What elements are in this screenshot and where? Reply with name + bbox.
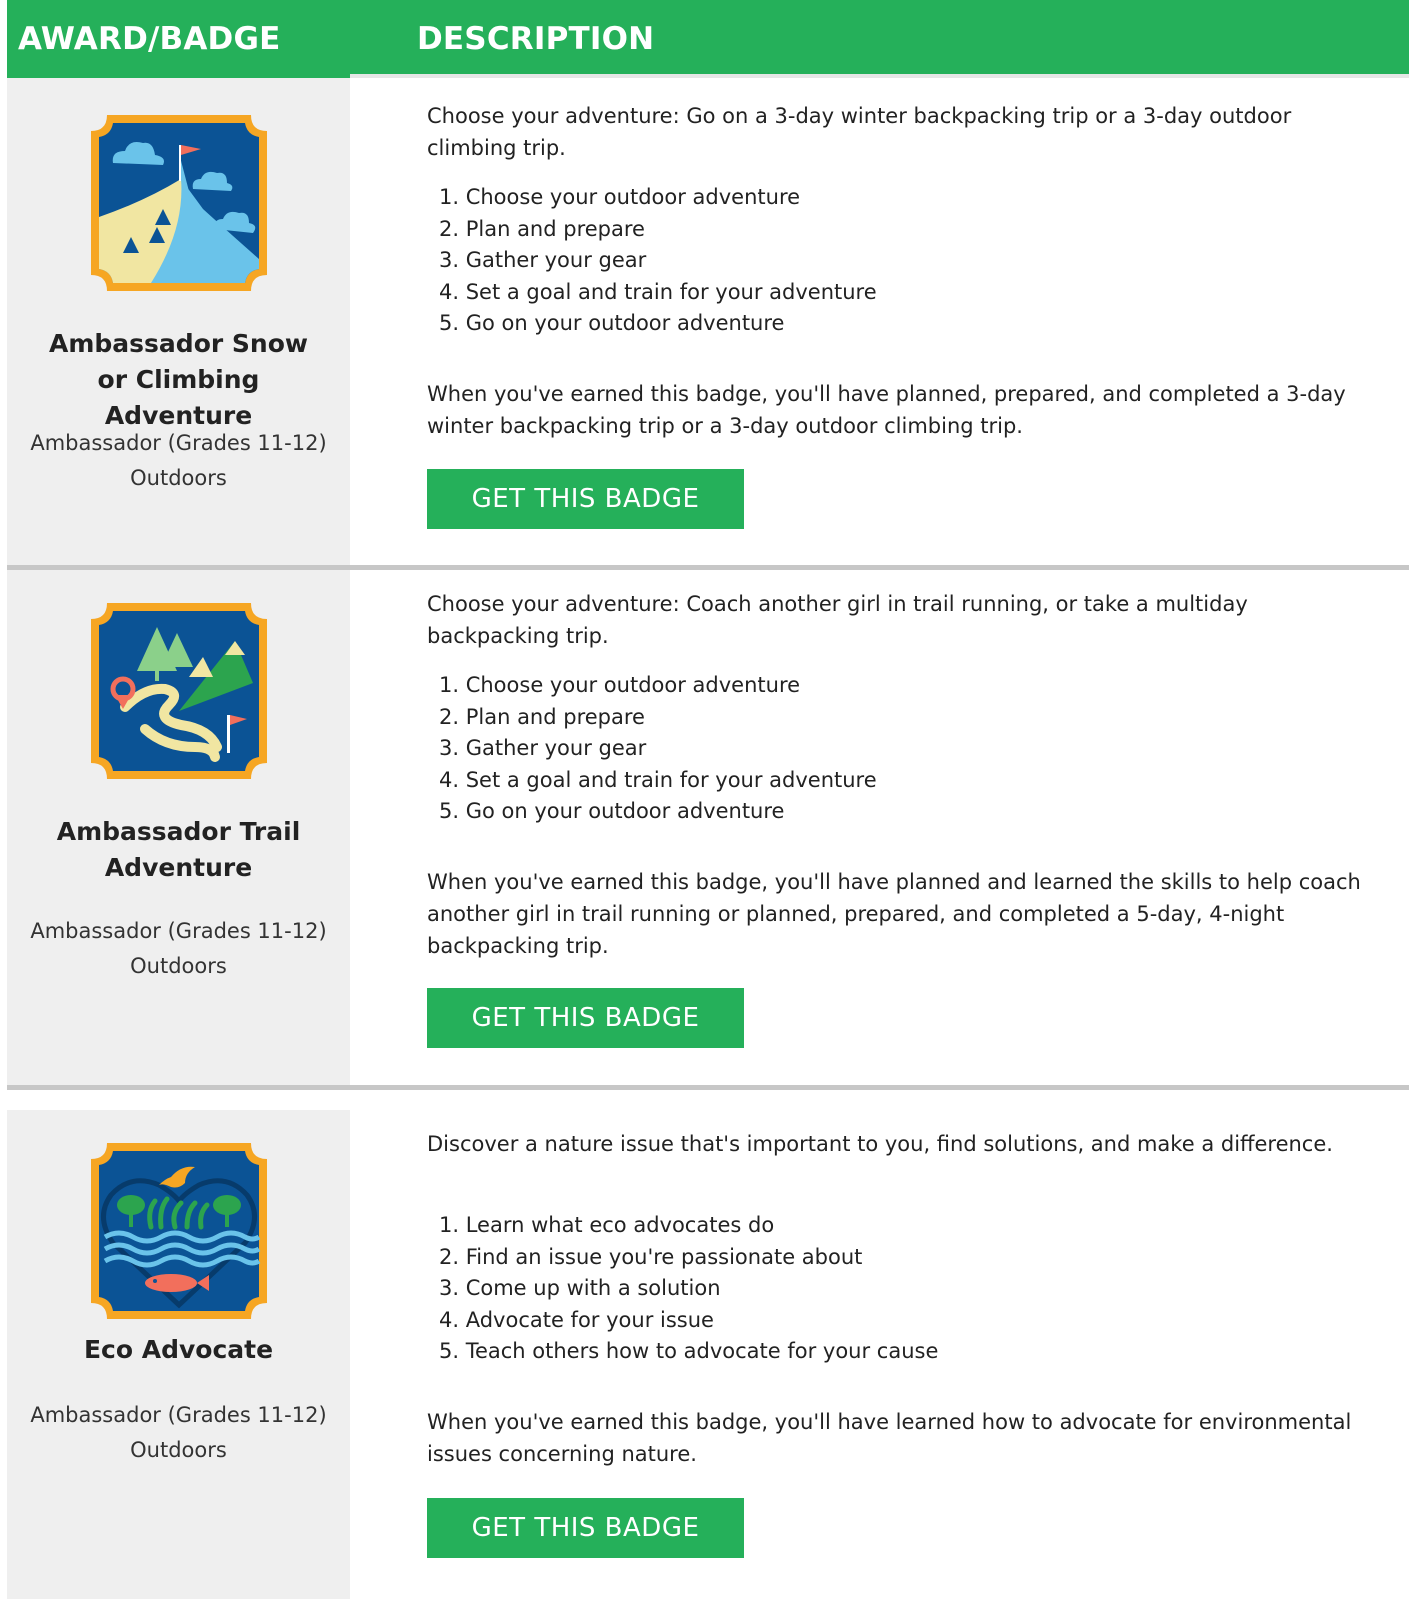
award-badge-column-header: AWARD/BADGE [18, 21, 281, 57]
outcome-line: another girl in trail running or planned… [427, 902, 1285, 926]
badge-title: Ambassador Snow or Climbing Adventure [7, 326, 350, 434]
intro-line: backpacking trip. [427, 624, 609, 648]
list-item: 3. Come up with a solution [439, 1276, 721, 1300]
badge-meta: Ambassador (Grades 11-12) Outdoors [7, 426, 350, 496]
outcome-line: When you've earned this badge, you'll ha… [427, 382, 1346, 406]
badge-steps: 1. Choose your outdoor adventure 2. Plan… [439, 670, 1339, 828]
list-item: 3. Gather your gear [439, 248, 647, 272]
badge-level: Ambassador (Grades 11-12) [30, 1403, 327, 1427]
get-this-badge-button[interactable]: GET THIS BADGE [427, 1498, 744, 1558]
outcome-line: issues concerning nature. [427, 1442, 697, 1466]
badge-title: Ambassador Trail Adventure [7, 814, 350, 886]
badge-outcome: When you've earned this badge, you'll ha… [427, 378, 1387, 442]
badge-intro: Choose your adventure: Coach another gir… [427, 588, 1387, 652]
outcome-line: winter backpacking trip or a 3-day outdo… [427, 414, 1023, 438]
badge-meta: Ambassador (Grades 11-12) Outdoors [7, 1398, 350, 1468]
intro-line: Choose your adventure: Go on a 3-day win… [427, 104, 1292, 128]
badge-meta: Ambassador (Grades 11-12) Outdoors [7, 914, 350, 984]
badge-steps: 1. Learn what eco advocates do 2. Find a… [439, 1210, 1339, 1368]
table-row: Ambassador Trail Adventure Ambassador (G… [7, 570, 1409, 1090]
list-item: 3. Gather your gear [439, 736, 647, 760]
badge-title-line: Adventure [104, 853, 253, 882]
list-item: 1. Choose your outdoor adventure [439, 185, 801, 209]
badge-intro: Discover a nature issue that's important… [427, 1128, 1387, 1160]
trail-adventure-badge-icon[interactable] [85, 597, 273, 785]
outcome-line: backpacking trip. [427, 934, 609, 958]
table-row: Ambassador Snow or Climbing Adventure Am… [7, 78, 1409, 570]
intro-line: climbing trip. [427, 136, 566, 160]
outcome-line: When you've earned this badge, you'll ha… [427, 870, 1361, 894]
eco-advocate-badge-icon[interactable] [85, 1137, 273, 1325]
description-column-header: DESCRIPTION [417, 21, 655, 57]
intro-line: Choose your adventure: Coach another gir… [427, 592, 1248, 616]
table-header: AWARD/BADGE DESCRIPTION [7, 0, 1409, 78]
get-this-badge-button[interactable]: GET THIS BADGE [427, 469, 744, 529]
list-item: 5. Go on your outdoor adventure [439, 799, 785, 823]
list-item: 4. Set a goal and train for your adventu… [439, 767, 877, 792]
list-item: 2. Plan and prepare [439, 216, 645, 241]
badge-category: Outdoors [130, 1438, 227, 1462]
badge-info-cell: Eco Advocate Ambassador (Grades 11-12) O… [7, 1110, 350, 1599]
get-this-badge-button[interactable]: GET THIS BADGE [427, 988, 744, 1048]
snow-climbing-mountain-badge-icon[interactable] [85, 109, 273, 297]
badge-level: Ambassador (Grades 11-12) [30, 919, 327, 943]
list-item: 4. Advocate for your issue [439, 1307, 714, 1332]
badge-title-line: Ambassador Snow [49, 329, 308, 358]
badge-title-line: or Climbing [97, 365, 260, 394]
badge-category: Outdoors [130, 954, 227, 978]
list-item: 5. Teach others how to advocate for your… [439, 1339, 939, 1363]
badge-title: Eco Advocate [7, 1332, 350, 1368]
list-item: 5. Go on your outdoor adventure [439, 311, 785, 335]
badge-title-line: Ambassador Trail [56, 817, 301, 846]
table-row: Eco Advocate Ambassador (Grades 11-12) O… [7, 1110, 1409, 1599]
badge-outcome: When you've earned this badge, you'll ha… [427, 1406, 1387, 1470]
list-item: 1. Learn what eco advocates do [439, 1213, 775, 1237]
outcome-line: When you've earned this badge, you'll ha… [427, 1410, 1352, 1434]
badge-info-cell: Ambassador Trail Adventure Ambassador (G… [7, 570, 350, 1090]
list-item: 2. Plan and prepare [439, 704, 645, 729]
row-divider [7, 1085, 1409, 1090]
badge-info-cell: Ambassador Snow or Climbing Adventure Am… [7, 78, 350, 570]
badge-intro: Choose your adventure: Go on a 3-day win… [427, 100, 1387, 164]
badge-title-line: Eco Advocate [83, 1335, 274, 1364]
list-item: 4. Set a goal and train for your adventu… [439, 279, 877, 304]
list-item: 1. Choose your outdoor adventure [439, 673, 801, 697]
badge-outcome: When you've earned this badge, you'll ha… [427, 866, 1387, 962]
badge-level: Ambassador (Grades 11-12) [30, 431, 327, 455]
list-item: 2. Find an issue you're passionate about [439, 1244, 863, 1269]
badge-category: Outdoors [130, 466, 227, 490]
intro-line: Discover a nature issue that's important… [427, 1132, 1333, 1156]
badge-steps: 1. Choose your outdoor adventure 2. Plan… [439, 182, 1339, 340]
